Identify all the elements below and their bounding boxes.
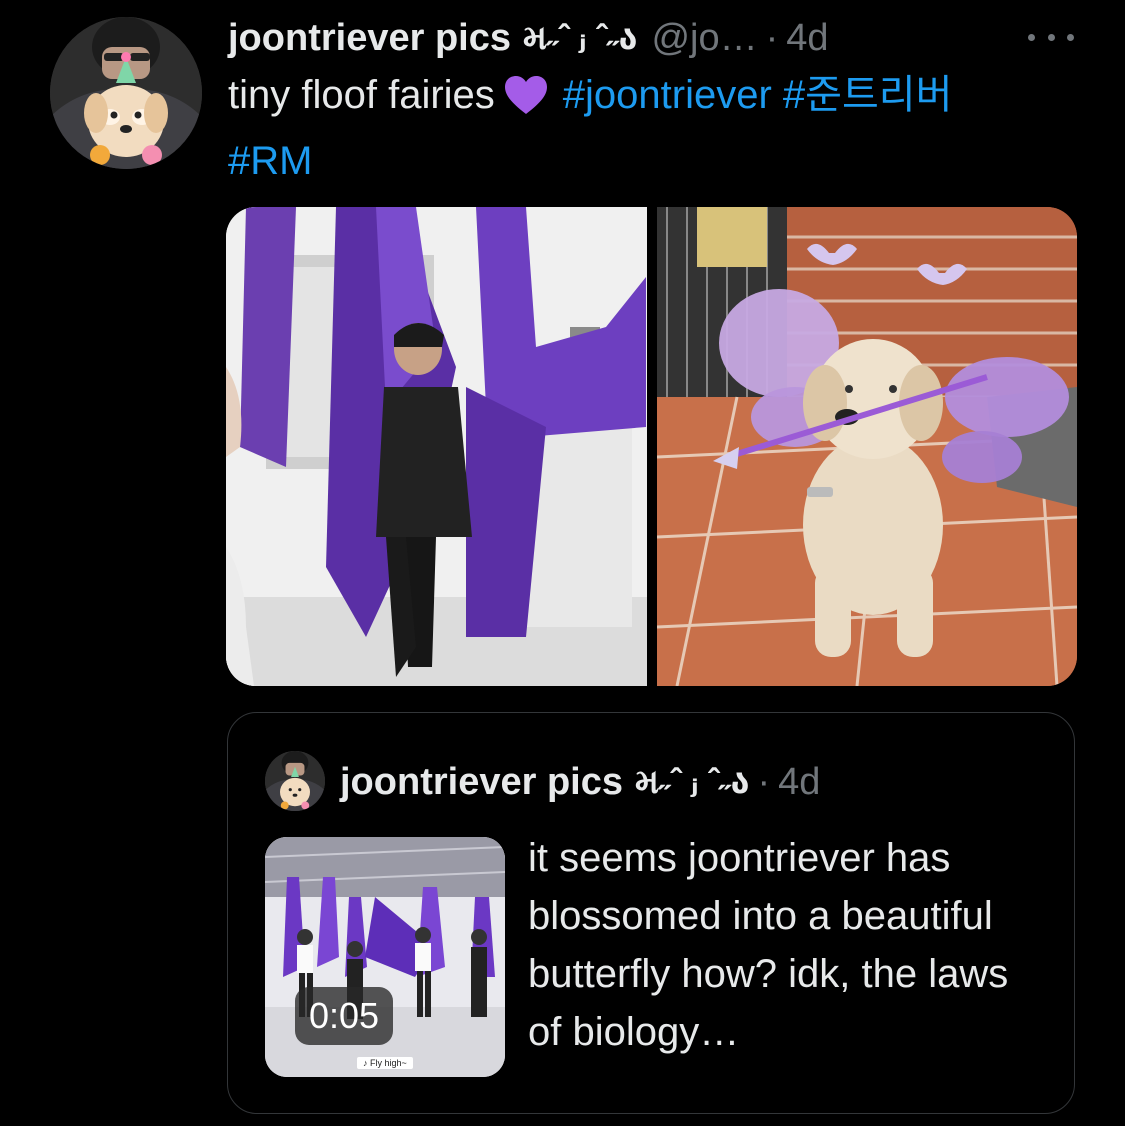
tweet-text-body: tiny floof fairies [228,73,495,117]
quote-tweet-card[interactable]: joontriever pics મ˶ˆ ⱼ ˆ˶ა · 4d 0:05 ♪ F… [227,712,1075,1114]
quote-author-avatar[interactable] [265,751,325,811]
media-image-aerial-silk[interactable] [226,207,647,686]
tweet-text: tiny floof fairies #joontriever #준트리버 #RM [228,66,1088,190]
quote-text: it seems joontriever has blossomed into … [528,836,1009,1054]
media-grid [226,207,1077,686]
quote-timestamp[interactable]: 4d [778,761,820,804]
display-name-kaomoji[interactable]: મ˶ˆ ⱼ ˆ˶ა [523,12,637,64]
thumbnail-caption: ♪ Fly high~ [357,1057,413,1069]
separator-dot: · [757,760,771,803]
author-avatar[interactable] [50,17,202,169]
quote-header: joontriever pics મ˶ˆ ⱼ ˆ˶ა · 4d [340,757,820,807]
timestamp[interactable]: 4d [786,12,828,64]
hashtag-link[interactable]: #준트리버 [783,73,952,117]
hashtag-link[interactable]: #joontriever [563,73,772,117]
more-horizontal-icon[interactable] [1028,22,1074,52]
separator-dot: · [765,17,779,59]
quote-display-name-kaomoji[interactable]: મ˶ˆ ⱼ ˆ˶ა [635,762,749,802]
tweet-header: joontriever pics મ˶ˆ ⱼ ˆ˶ა @jo… · 4d [228,12,1088,64]
hashtag-link[interactable]: #RM [228,139,312,183]
purple-heart-icon [503,74,549,132]
media-image-puppy-fairy[interactable] [657,207,1077,686]
quote-display-name[interactable]: joontriever pics [340,761,623,804]
display-name[interactable]: joontriever pics [228,12,511,64]
video-duration-badge: 0:05 [295,987,394,1045]
user-handle[interactable]: @jo… [651,12,757,64]
quote-video-thumbnail[interactable]: 0:05 ♪ Fly high~ [265,837,505,1077]
